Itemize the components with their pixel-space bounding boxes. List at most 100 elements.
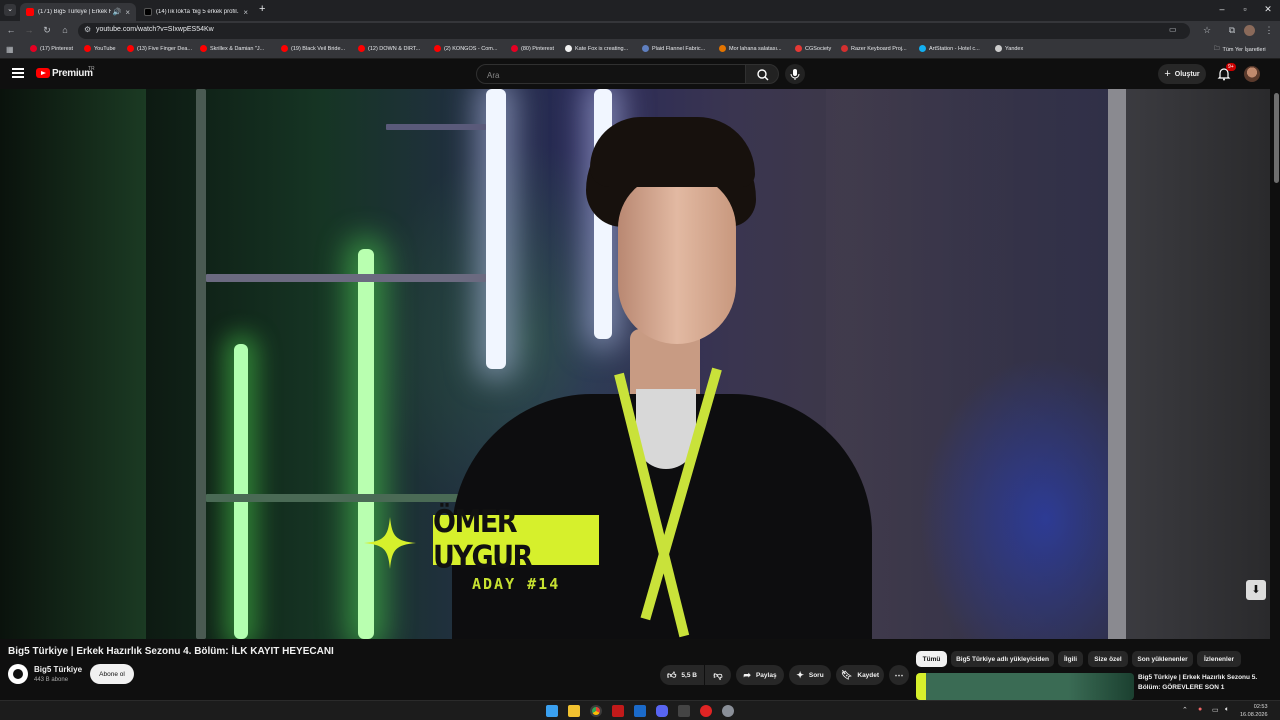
menu-hamburger-icon[interactable]: [12, 68, 24, 78]
address-bar[interactable]: ⚙ youtube.com/watch?v=SIxwpES54Kw ▭: [78, 23, 1190, 39]
bookmark-label: Plaid Flannel Fabric...: [652, 45, 706, 52]
candidate-number: ADAY #14: [472, 575, 561, 593]
tab-search-button[interactable]: ⌄: [4, 4, 16, 16]
dislike-button[interactable]: 👎︎: [705, 665, 731, 685]
thumbs-up-icon: 👍︎: [667, 669, 677, 680]
chip-from-uploader[interactable]: Big5 Türkiye adlı yükleyiciden: [951, 651, 1054, 667]
media-app-icon[interactable]: [700, 705, 712, 717]
all-bookmarks-folder[interactable]: 🗀 Tüm Yer İşaretleri: [1214, 45, 1266, 54]
chip-watched[interactable]: İzlenenler: [1197, 651, 1241, 667]
ask-button[interactable]: ✦ Soru: [789, 665, 831, 685]
home-icon[interactable]: ⌂: [58, 25, 72, 35]
microphone-icon: [790, 69, 800, 80]
close-window-icon[interactable]: ✕: [1258, 4, 1278, 15]
bookmark-item[interactable]: Yandex: [995, 45, 1023, 52]
bookmark-label: (17) Pinterest: [40, 45, 74, 52]
page-scrollbar[interactable]: [1273, 89, 1280, 720]
bookmark-star-icon[interactable]: ☆: [1200, 25, 1214, 36]
voice-search-button[interactable]: [785, 64, 805, 84]
minimize-icon[interactable]: –: [1212, 4, 1232, 14]
recommended-video-thumbnail[interactable]: [916, 673, 1134, 700]
microphone-tray-icon[interactable]: ●: [1198, 706, 1202, 713]
bookmark-favicon-icon: [795, 45, 802, 52]
close-tab-icon[interactable]: ×: [243, 8, 248, 17]
recommended-video-title[interactable]: Big5 Türkiye | Erkek Hazırlık Sezonu 5. …: [1138, 673, 1273, 693]
save-button[interactable]: 🔖︎ Kaydet: [836, 665, 884, 685]
account-avatar[interactable]: [1244, 66, 1260, 82]
channel-avatar[interactable]: [8, 664, 28, 684]
youtube-favicon-icon: [26, 8, 34, 16]
bookmark-item[interactable]: (80) Pinterest: [511, 45, 554, 52]
new-tab-icon[interactable]: +: [259, 3, 265, 15]
bookmark-item[interactable]: (13) Five Finger Dea...: [127, 45, 192, 52]
system-clock[interactable]: 02:53 16.08.2026: [1240, 703, 1268, 719]
youtube-premium-logo-text[interactable]: Premium: [52, 68, 93, 79]
like-button[interactable]: 👍︎ 5,5 B: [660, 665, 704, 685]
speaker-icon[interactable]: 🔊: [113, 8, 122, 16]
chip-recent-uploads[interactable]: Son yüklenenler: [1132, 651, 1193, 667]
bookmark-item[interactable]: Kate Fox is creating...: [565, 45, 628, 52]
clock-date: 16.08.2026: [1240, 712, 1268, 718]
close-tab-icon[interactable]: ×: [125, 8, 130, 17]
terminal-icon[interactable]: [678, 705, 690, 717]
maximize-icon[interactable]: ▫: [1235, 4, 1255, 14]
extensions-icon[interactable]: ⧉: [1225, 25, 1239, 36]
bookmark-item[interactable]: CGSociety: [795, 45, 831, 52]
video-frame[interactable]: ÖMER UYGUR ADAY #14: [146, 89, 1126, 639]
person-hair: [590, 117, 755, 187]
share-label: Paylaş: [755, 671, 777, 679]
windows-start-icon[interactable]: [546, 705, 558, 717]
discord-icon[interactable]: [656, 705, 668, 717]
youtube-logo-icon[interactable]: [36, 68, 50, 78]
subscribe-button[interactable]: Abone ol: [90, 664, 134, 684]
apps-grid-icon[interactable]: ▦: [6, 45, 14, 54]
bookmark-icon: 🔖︎: [840, 669, 853, 680]
channel-name[interactable]: Big5 Türkiye: [34, 665, 82, 674]
search-box[interactable]: [476, 64, 746, 85]
browser-tab-youtube[interactable]: (171) Big5 Türkiye | Erkek H... 🔊 ×: [20, 3, 136, 21]
profile-avatar[interactable]: [1244, 25, 1255, 36]
scrollbar-thumb[interactable]: [1274, 93, 1279, 183]
search-button[interactable]: [745, 64, 779, 84]
site-info-icon[interactable]: ⚙: [84, 25, 91, 34]
chip-related[interactable]: İlgili: [1058, 651, 1083, 667]
bookmark-item[interactable]: (2) KONGOS - Com...: [434, 45, 497, 52]
url-text[interactable]: youtube.com/watch?v=SIxwpES54Kw: [96, 26, 214, 33]
menu-dots-icon[interactable]: ⋮: [1262, 25, 1276, 36]
bookmark-favicon-icon: [642, 45, 649, 52]
bookmark-item[interactable]: (17) Pinterest: [30, 45, 73, 52]
bookmark-item[interactable]: ArtStation - Hotel c...: [919, 45, 980, 52]
browser-tab-tiktok[interactable]: (14)TikTok'ta 'big 5 erkek profil... ×: [138, 3, 254, 21]
chip-for-you[interactable]: Size özel: [1088, 651, 1128, 667]
bookmark-item[interactable]: Razer Keyboard Proj...: [841, 45, 907, 52]
steam-like-icon[interactable]: [634, 705, 646, 717]
cast-icon[interactable]: ▭: [1169, 25, 1177, 34]
video-player[interactable]: ÖMER UYGUR ADAY #14: [0, 89, 1270, 639]
tab-title: (171) Big5 Türkiye | Erkek H...: [38, 9, 111, 15]
tray-chevron-icon[interactable]: ⌃: [1182, 706, 1188, 714]
search-input[interactable]: [477, 66, 745, 85]
neon-light-white: [486, 89, 506, 369]
file-explorer-icon[interactable]: [568, 705, 580, 717]
settings-gear-icon[interactable]: [722, 705, 734, 717]
app-icon[interactable]: [612, 705, 624, 717]
forward-icon[interactable]: →: [22, 25, 36, 35]
chip-all[interactable]: Tümü: [916, 651, 947, 667]
create-button[interactable]: + Oluştur: [1158, 64, 1206, 84]
volume-icon[interactable]: 🔈︎: [1225, 706, 1229, 714]
bookmark-label: Razer Keyboard Proj...: [851, 45, 907, 52]
back-icon[interactable]: ←: [4, 25, 18, 35]
bookmark-item[interactable]: (12) DOWN & DIRT...: [358, 45, 420, 52]
more-actions-button[interactable]: ⋯: [889, 665, 909, 685]
download-icon[interactable]: ⬇: [1246, 580, 1266, 600]
bookmark-item[interactable]: (19) Black Veil Bride...: [281, 45, 345, 52]
bookmark-item[interactable]: Skrillex & Damian "J...: [200, 45, 264, 52]
network-icon[interactable]: ▭: [1212, 706, 1219, 714]
bookmark-item[interactable]: Plaid Flannel Fabric...: [642, 45, 705, 52]
chrome-icon[interactable]: [590, 705, 602, 717]
share-button[interactable]: ➦ Paylaş: [736, 665, 784, 685]
bookmark-label: Kate Fox is creating...: [575, 45, 629, 52]
reload-icon[interactable]: ↻: [40, 25, 54, 36]
bookmark-item[interactable]: YouTube: [84, 45, 116, 52]
bookmark-item[interactable]: Mor lahana salatası...: [719, 45, 782, 52]
